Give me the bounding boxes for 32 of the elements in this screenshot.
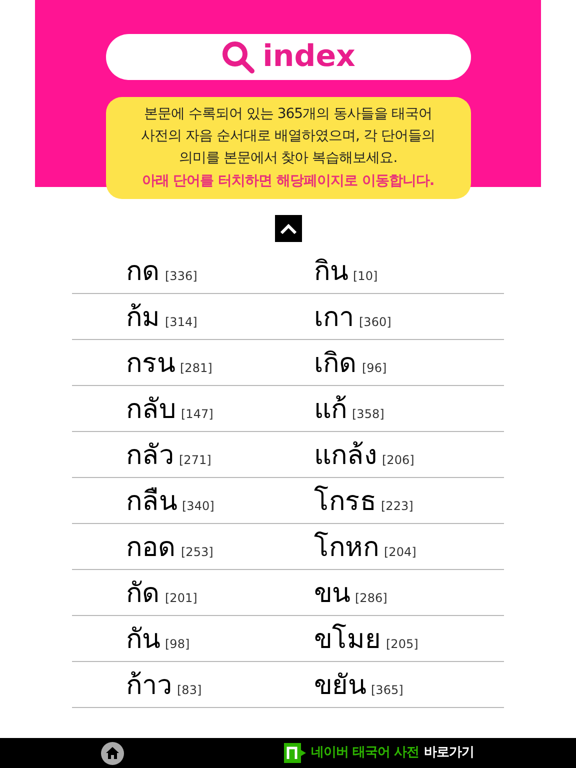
word-link[interactable]: กลัว [271] (72, 438, 288, 474)
word-link[interactable]: เกา [360] (288, 300, 504, 336)
word-link[interactable]: แกล้ง [206] (288, 438, 504, 474)
word-link[interactable]: ขโมย [205] (288, 622, 504, 658)
word-link[interactable]: ขยัน [365] (288, 668, 504, 704)
word-link[interactable]: ก้ม [314] (72, 300, 288, 336)
notice-text: 의미를 본문에서 찾아 복습해보세요. (178, 149, 398, 168)
notice-text: 본문에 수록되어 있는 365개의 동사들을 태국어 (144, 105, 432, 124)
naver-dictionary-link[interactable]: 네이버 태국어 사전 바로가기 (284, 743, 474, 763)
home-icon (105, 746, 120, 760)
index-title: index (262, 42, 356, 72)
word-link[interactable]: โกรธ [223] (288, 484, 504, 520)
word-link[interactable]: กัน [98] (72, 622, 288, 658)
word-link[interactable]: กลืน [340] (72, 484, 288, 520)
n-logo-icon (284, 743, 306, 763)
word-link[interactable]: โกหก [204] (288, 530, 504, 566)
notice-text: 사전의 자음 순서대로 배열하였으며, 각 단어들의 (141, 127, 435, 146)
word-link[interactable]: กรน [281] (72, 346, 288, 382)
word-link[interactable]: กด [336] (72, 254, 288, 290)
word-link[interactable]: ก้าว [83] (72, 668, 288, 704)
word-link[interactable]: เกิด [96] (288, 346, 504, 382)
chevron-up-icon (280, 224, 296, 234)
word-link[interactable]: กัด [201] (72, 576, 288, 612)
scroll-top-button[interactable] (274, 215, 302, 242)
home-button[interactable] (101, 742, 124, 764)
notice-highlight: 아래 단어를 터치하면 해당페이지로 이동합니다. (142, 172, 434, 191)
word-link[interactable]: กลับ [147] (72, 392, 288, 428)
word-link[interactable]: ขน [286] (288, 576, 504, 612)
word-link[interactable]: กอด [253] (72, 530, 288, 566)
word-link[interactable]: กิน [10] (288, 254, 504, 290)
search-icon (220, 40, 255, 74)
word-link[interactable]: แก้ [358] (288, 392, 504, 428)
